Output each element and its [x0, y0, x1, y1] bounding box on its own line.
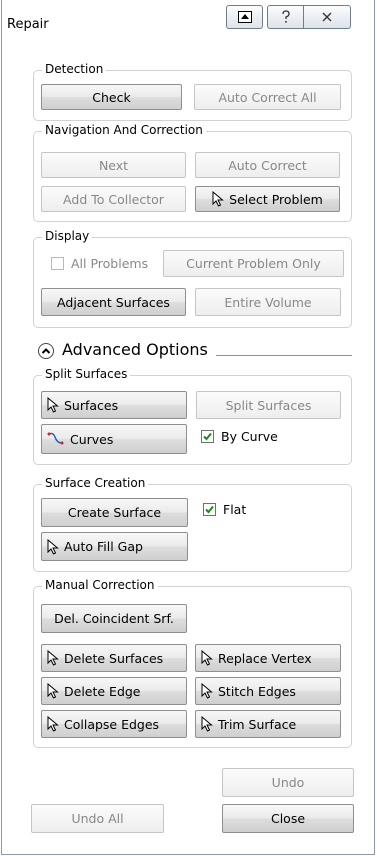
pointer-cursor-icon: [47, 649, 59, 666]
pointer-cursor-icon: [201, 715, 213, 732]
surfaces-label: Surfaces: [64, 397, 119, 413]
manual-correction-legend: Manual Correction: [42, 578, 158, 592]
select-problem-button[interactable]: Select Problem: [195, 186, 340, 212]
pointer-cursor-icon: [201, 649, 213, 666]
auto-fill-gap-button[interactable]: Auto Fill Gap: [41, 532, 188, 561]
stitch-edges-button[interactable]: Stitch Edges: [195, 677, 341, 705]
delete-edge-button[interactable]: Delete Edge: [41, 677, 187, 705]
check-icon: [205, 505, 214, 514]
trim-surface-label: Trim Surface: [218, 716, 297, 732]
entire-volume-button[interactable]: Entire Volume: [195, 288, 341, 316]
select-problem-label: Select Problem: [229, 191, 323, 207]
pointer-cursor-icon: [47, 396, 59, 413]
next-button[interactable]: Next: [41, 152, 186, 178]
by-curve-checkbox[interactable]: [201, 430, 214, 443]
help-icon: [281, 10, 290, 23]
adjacent-surfaces-button[interactable]: Adjacent Surfaces: [41, 288, 186, 316]
check-button[interactable]: Check: [41, 84, 182, 110]
pointer-cursor-icon: [201, 682, 213, 699]
restore-button[interactable]: [226, 5, 263, 29]
delete-surfaces-label: Delete Surfaces: [64, 650, 164, 666]
delete-surfaces-button[interactable]: Delete Surfaces: [41, 644, 187, 672]
flat-checkbox[interactable]: [203, 503, 216, 516]
pointer-cursor-icon: [47, 538, 59, 555]
advanced-options-label: Advanced Options: [62, 340, 208, 359]
detection-legend: Detection: [42, 62, 107, 76]
stitch-edges-label: Stitch Edges: [218, 683, 296, 699]
advanced-options-toggle[interactable]: [38, 343, 54, 359]
auto-correct-button[interactable]: Auto Correct: [195, 152, 340, 178]
trim-surface-button[interactable]: Trim Surface: [195, 710, 341, 738]
split-surfaces-button[interactable]: Split Surfaces: [196, 391, 341, 419]
create-surface-button[interactable]: Create Surface: [41, 498, 188, 527]
current-problem-only-button[interactable]: Current Problem Only: [163, 250, 344, 277]
flat-label: Flat: [223, 502, 247, 517]
all-problems-label: All Problems: [71, 256, 149, 271]
navigation-legend: Navigation And Correction: [42, 123, 206, 137]
close-button[interactable]: Close: [222, 804, 354, 833]
by-curve-label: By Curve: [221, 429, 278, 444]
window-title: Repair: [7, 17, 49, 32]
check-icon: [203, 432, 212, 441]
collapse-edges-button[interactable]: Collapse Edges: [41, 710, 187, 738]
all-problems-checkbox[interactable]: [51, 257, 64, 270]
surface-creation-legend: Surface Creation: [42, 476, 149, 490]
pointer-cursor-icon: [47, 682, 59, 699]
replace-vertex-label: Replace Vertex: [218, 650, 312, 666]
auto-fill-gap-label: Auto Fill Gap: [64, 539, 143, 554]
pointer-cursor-icon: [47, 715, 59, 732]
chevron-up-icon: [41, 348, 51, 354]
auto-correct-all-button[interactable]: Auto Correct All: [194, 84, 341, 110]
display-legend: Display: [42, 229, 93, 243]
curves-icon: [47, 431, 65, 447]
undo-button[interactable]: Undo: [222, 768, 354, 797]
split-surfaces-legend: Split Surfaces: [42, 367, 131, 381]
close-icon: [322, 12, 332, 22]
undo-all-button[interactable]: Undo All: [31, 804, 164, 833]
curves-button[interactable]: Curves: [41, 424, 187, 454]
add-to-collector-button[interactable]: Add To Collector: [41, 186, 186, 212]
pointer-cursor-icon: [212, 190, 225, 207]
collapse-edges-label: Collapse Edges: [64, 716, 160, 732]
del-coincident-button[interactable]: Del. Coincident Srf.: [41, 604, 187, 633]
close-window-button[interactable]: [303, 5, 351, 29]
curves-label: Curves: [70, 431, 114, 447]
delete-edge-label: Delete Edge: [64, 683, 141, 699]
advanced-options-divider: [216, 355, 352, 356]
replace-vertex-button[interactable]: Replace Vertex: [195, 644, 341, 672]
help-button[interactable]: [267, 5, 304, 29]
surfaces-button[interactable]: Surfaces: [41, 391, 187, 419]
restore-icon: [237, 11, 252, 23]
